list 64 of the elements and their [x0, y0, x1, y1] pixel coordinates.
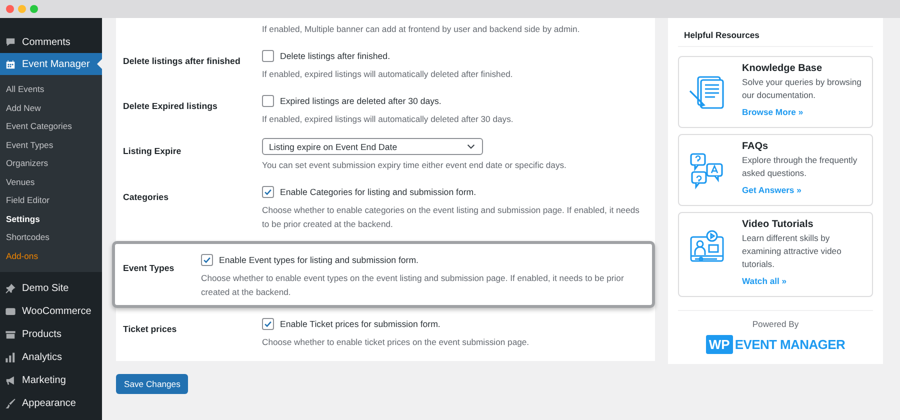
calendar-icon [5, 58, 16, 70]
setting-label: Listing Expire [123, 146, 182, 156]
logo-badge: WP [706, 335, 733, 354]
setting-label: Categories [123, 192, 168, 202]
setting-description: If enabled, expired listings will automatically deleted after 30 days. [262, 113, 514, 126]
card-description: Learn different skills by examining attractive video tutorials. [742, 232, 842, 271]
checkbox-label: Delete listings after finished. [280, 51, 390, 61]
sidebar-menu-item[interactable]: Event Manager [0, 53, 102, 75]
expiry-dropdown[interactable]: Listing expire on Event End Date [262, 138, 483, 155]
card-title: Video Tutorials [742, 219, 814, 230]
checkbox[interactable] [262, 50, 274, 62]
setting-label: Delete listings after finished [123, 56, 240, 66]
card-description: Explore through the frequently asked questions. [742, 154, 858, 180]
card-title: FAQs [742, 141, 770, 152]
sidebar-menu-item[interactable]: Products [0, 323, 102, 345]
submenu-item[interactable]: Field Editor [0, 191, 102, 210]
setting-description: You can set event submission expiry time either event end date or specific days. [262, 159, 568, 172]
paintbrush-icon [5, 398, 16, 408]
pushpin-icon [5, 282, 16, 294]
checkbox-label: Enable Categories for listing and submission form. [280, 187, 476, 197]
setting-description: If enabled, Multiple banner can add at frontend by user and backend side by admin. [262, 23, 581, 36]
sidebar-menu-item[interactable]: Marketing [0, 369, 102, 391]
submenu-item[interactable]: Venues [0, 172, 102, 191]
checkbox-label: Enable Ticket prices for submission form. [280, 319, 440, 329]
submenu-item[interactable]: Event Categories [0, 117, 102, 136]
minimize-window-dot[interactable] [18, 5, 26, 13]
card-title: Knowledge Base [742, 63, 824, 74]
chevron-down-icon [467, 144, 475, 149]
sidebar-menu-item[interactable]: Demo Site [0, 277, 102, 299]
sidebar-menu-item[interactable]: WooCommerce [0, 300, 102, 322]
sidebar-menu-item[interactable]: Comments [0, 31, 102, 53]
checkbox-label: Expired listings are deleted after 30 days. [280, 96, 442, 106]
sidebar-menu-item[interactable]: Appearance [0, 392, 102, 414]
submenu-item[interactable]: Add-ons [0, 246, 102, 265]
sidebar-menu-item[interactable]: Analytics [0, 346, 102, 368]
box-icon [5, 328, 16, 340]
card-description: Solve your queries by browsing our documentation. [742, 76, 862, 102]
submenu-item[interactable]: Organizers [0, 154, 102, 172]
setting-label: Event Types [123, 263, 174, 273]
submenu-item[interactable]: Add New [0, 98, 102, 117]
powered-by-text: Powered By [752, 319, 799, 329]
checkbox[interactable] [262, 186, 274, 198]
submenu-item[interactable]: Settings [0, 210, 102, 228]
setting-description: If enabled, expired listings will automatically deleted after finished. [262, 68, 514, 81]
checkbox-label: Enable Event types for listing and submission form. [219, 255, 418, 265]
save-changes-button[interactable]: Save Changes [116, 374, 188, 394]
checkbox[interactable] [201, 254, 213, 266]
setting-description: Choose whether to enable event types on the event listing and submission page. If enabled, it needs to be prior created at the backend. [201, 272, 625, 299]
logo-wordmark: EVENT MANAGER [734, 337, 846, 352]
comments-icon [5, 36, 16, 48]
submenu-item[interactable]: All Events [0, 80, 102, 98]
setting-description: Choose whether to enable categories on the event listing and submission page. If enabled, it needs to be prior created at the backend. [262, 204, 640, 231]
setting-label: Ticket prices [123, 324, 177, 334]
setting-label: Delete Expired listings [123, 101, 218, 111]
checkbox[interactable] [262, 318, 274, 330]
submenu-item[interactable]: Shortcodes [0, 228, 102, 246]
megaphone-icon [5, 374, 16, 386]
maximize-window-dot[interactable] [30, 5, 38, 13]
checkbox[interactable] [262, 95, 274, 107]
resources-heading: Helpful Resources [683, 29, 760, 40]
close-window-dot[interactable] [6, 5, 14, 13]
submenu-item[interactable]: Event Types [0, 136, 102, 154]
setting-description: Choose whether to enable ticket prices on the event submission page. [262, 336, 530, 349]
bar-chart-icon [5, 352, 16, 362]
